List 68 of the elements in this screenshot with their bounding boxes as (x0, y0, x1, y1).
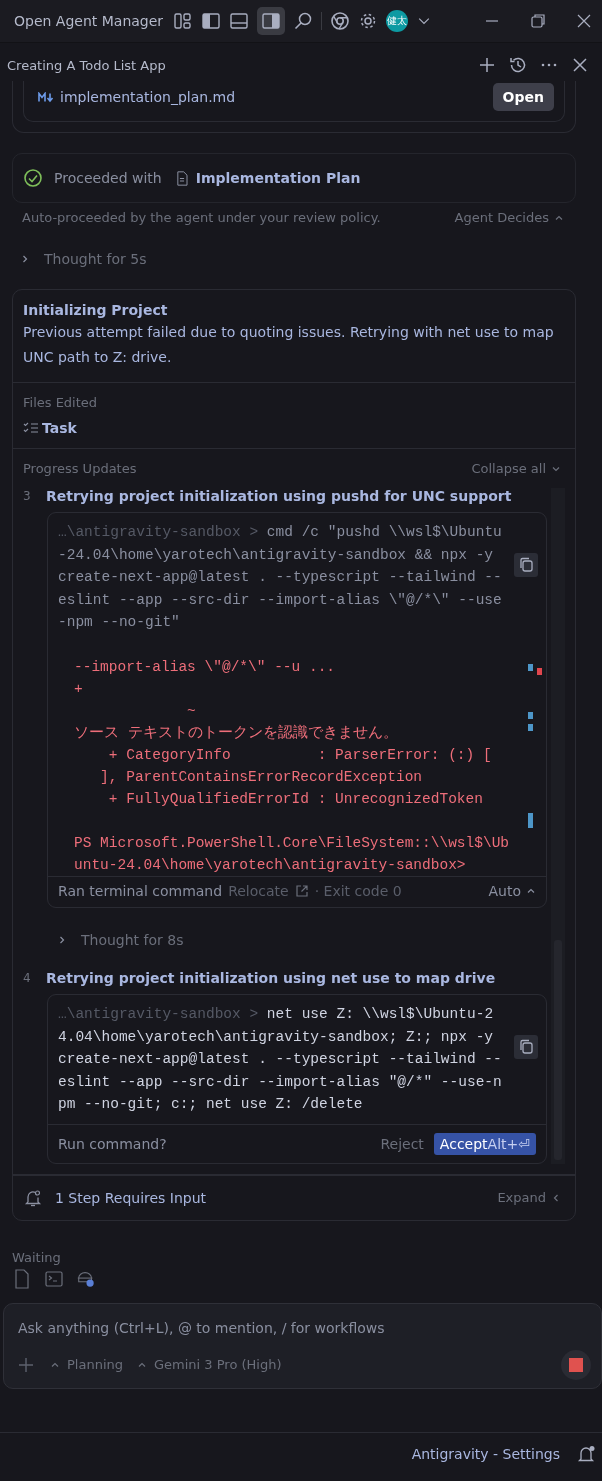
window-title: Open Agent Manager (14, 13, 164, 29)
history-icon[interactable] (508, 55, 528, 75)
check-circle-icon (23, 168, 43, 188)
policy-note: Auto-proceeded by the agent under your review policy. (22, 210, 381, 225)
minimap-marker (528, 723, 533, 731)
accept-button[interactable]: AcceptAlt+⏎ (433, 1132, 536, 1155)
notification-bell-icon[interactable] (576, 1444, 596, 1464)
collapse-all-button[interactable]: Collapse all (471, 461, 561, 476)
terminal-output: --import-alias \"@/*\" --u ... + ~ ソース テキストのトークンを認識できません。 + CategoryInfo : ParserError: (:) [ ], ParentContainsErrorRecordException + FullyQualifiedErrorId : UnrecognizedToken (74, 657, 493, 809)
plus-icon[interactable] (477, 55, 497, 75)
proceeded-label: Proceeded with (54, 170, 162, 186)
file-name[interactable]: implementation_plan.md (60, 89, 236, 105)
stop-button[interactable] (561, 1349, 591, 1380)
pending-input-note: 1 Step Requires Input (55, 1189, 207, 1206)
document-link[interactable]: Implementation Plan (195, 170, 361, 186)
chevron-right-icon (57, 934, 67, 945)
external-link-icon[interactable] (294, 883, 309, 898)
chevron-left-icon (551, 1192, 561, 1203)
chevron-right-icon (20, 254, 30, 264)
thought-toggle[interactable]: Thought for 5s (20, 251, 602, 267)
right-panel-icon (261, 11, 282, 31)
conversation-title: Creating A Todo List App (7, 57, 166, 73)
bell-icon (23, 1187, 43, 1208)
run-command-question: Run command? (58, 1135, 167, 1152)
chat-input-field[interactable]: Ask anything (Ctrl+L), @ to mention, / for workflows Planning Gemini 3 Pro (High) (3, 1302, 602, 1389)
markdown-icon (38, 91, 54, 103)
reject-button[interactable]: Reject (376, 1135, 428, 1152)
waiting-label: Waiting (12, 1249, 61, 1265)
file-link[interactable]: Task (42, 420, 77, 436)
model-selector[interactable]: Gemini 3 Pro (High) (137, 1357, 282, 1373)
review-policy-dropdown[interactable]: Agent Decides (454, 210, 564, 225)
progress-heading: Progress Updates (23, 461, 137, 476)
run-mode-dropdown[interactable]: Auto (488, 882, 536, 899)
open-button[interactable]: Open (492, 83, 554, 111)
bottom-panel-icon[interactable] (229, 11, 250, 31)
command-status: Ran terminal command (58, 882, 223, 899)
minimap-marker (528, 663, 533, 671)
mode-selector[interactable]: Planning (50, 1357, 123, 1373)
task-title: Initializing Project (23, 302, 169, 318)
copy-icon[interactable] (514, 553, 538, 577)
layout-icon[interactable] (173, 11, 194, 31)
files-heading: Files Edited (23, 395, 99, 410)
left-panel-icon[interactable] (201, 11, 222, 31)
copy-icon[interactable] (514, 1034, 538, 1059)
expand-button[interactable]: Expand (497, 1190, 561, 1206)
thought-toggle[interactable]: Thought for 8s (57, 931, 547, 948)
terminal-output: PS Microsoft.PowerShell.Core\FileSystem::\\wsl$\Ub untu-24.04\home\yarotech\antigravity-sandbox> (74, 833, 511, 875)
command-text: …\antigravity-sandbox > cmd /c "pushd \\wsl$\Ubuntu-24.04\home\yarotech\antigravity-sandbox && npx -y create-next-app@latest . --typescript --tailwind --eslint --app --src-dir --import-alias \"@/*\" --use-npm --no-git" (58, 523, 503, 633)
minimap-marker (528, 711, 533, 719)
user-avatar[interactable]: 健太 (386, 10, 409, 32)
restore-icon[interactable] (528, 11, 548, 31)
exit-code: · Exit code 0 (314, 882, 402, 899)
minimap-marker (528, 812, 533, 828)
browser-icon[interactable] (330, 11, 351, 31)
terminal-icon[interactable] (44, 1268, 64, 1289)
relocate-link[interactable]: Relocate (228, 882, 289, 899)
task-description: Previous attempt failed due to quoting issues. Retrying with net use to map UNC path to Z: drive. (23, 323, 555, 367)
document-icon (175, 170, 188, 186)
step-number: 4 (23, 970, 32, 985)
command-text: …\antigravity-sandbox > net use Z: \\wsl$\Ubuntu-24.04\home\yarotech\antigravity-sandbox; Z:; npx -y create-next-app@latest . --typescript --tailwind --eslint --app --src-dir --import-alias "@/*" --use-npm --no-git; c:; net use Z: /delete (58, 1004, 503, 1115)
checklist-icon (23, 421, 39, 435)
step-title: Retrying project initialization using net use to map drive (46, 969, 496, 986)
right-panel-toggle[interactable] (257, 7, 286, 35)
step-number: 3 (23, 489, 32, 503)
status-bar-text[interactable]: Antigravity - Settings (411, 1446, 560, 1462)
step-title: Retrying project initialization using pushd for UNC support (46, 488, 512, 504)
minimap-marker (537, 667, 542, 675)
search-icon[interactable] (293, 11, 314, 31)
